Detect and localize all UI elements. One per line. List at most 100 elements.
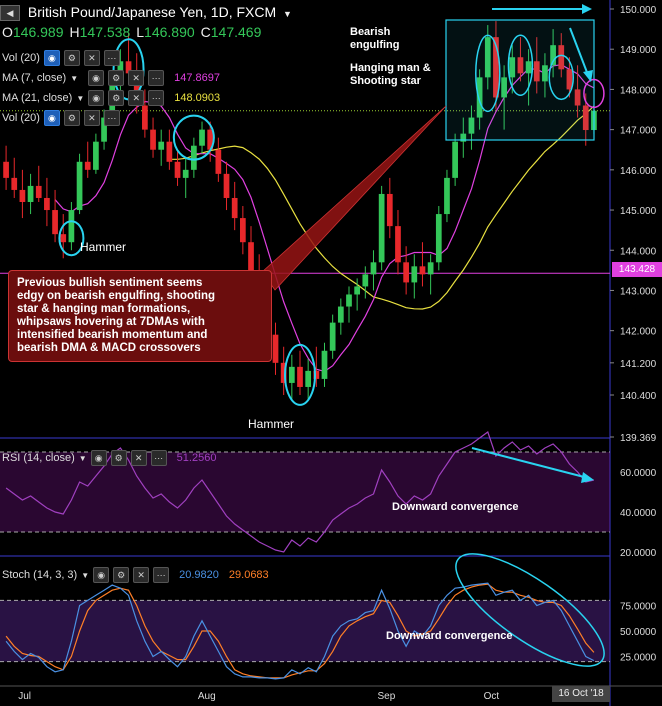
candle-body bbox=[27, 185, 34, 202]
candle-body bbox=[68, 210, 75, 243]
candle-body bbox=[337, 306, 344, 323]
ohlc-value: 146.989 bbox=[12, 24, 64, 40]
price-tick-label: 139.369 bbox=[620, 433, 657, 444]
candle-body bbox=[370, 262, 377, 275]
volume-indicator-bottom[interactable]: Vol (20) ◉ ⚙ ✕ ⋯ bbox=[2, 110, 120, 126]
close-icon[interactable]: ✕ bbox=[130, 450, 147, 466]
candle-body bbox=[288, 366, 295, 383]
more-icon[interactable]: ⋯ bbox=[153, 567, 170, 583]
price-tick-label: 144.000 bbox=[620, 246, 657, 257]
candle-body bbox=[93, 141, 99, 170]
indicator-label: Stoch (14, 3, 3) bbox=[2, 569, 78, 581]
more-icon[interactable]: ⋯ bbox=[150, 450, 167, 466]
eye-icon[interactable]: ◉ bbox=[43, 110, 60, 126]
collapse-arrow-icon[interactable]: ◀ bbox=[0, 5, 20, 22]
price-tick-label: 145.000 bbox=[620, 206, 657, 217]
chevron-down-icon[interactable]: ▼ bbox=[283, 9, 292, 19]
candle-body bbox=[11, 177, 18, 190]
stoch-tick-label: 75.0000 bbox=[620, 602, 657, 613]
more-icon[interactable]: ⋯ bbox=[103, 110, 120, 126]
candle-body bbox=[3, 161, 9, 178]
eye-icon[interactable]: ◉ bbox=[88, 70, 105, 86]
close-icon[interactable]: ✕ bbox=[128, 70, 145, 86]
candle-body bbox=[419, 266, 426, 275]
candle-body bbox=[354, 286, 361, 295]
candle-body bbox=[297, 366, 303, 387]
time-tick-label: Aug bbox=[198, 691, 216, 702]
volume-indicator-top[interactable]: Vol (20) ◉ ⚙ ✕ ⋯ bbox=[2, 50, 120, 66]
candle-body bbox=[19, 189, 26, 202]
stoch-tick-label: 50.0000 bbox=[620, 627, 657, 638]
candle-body bbox=[321, 350, 328, 379]
chevron-down-icon[interactable]: ▼ bbox=[76, 94, 84, 103]
gear-icon[interactable]: ⚙ bbox=[110, 450, 127, 466]
indicator-label: Vol (20) bbox=[2, 52, 40, 64]
hammer-bottom-label: Hammer bbox=[248, 417, 295, 431]
candle-body bbox=[427, 262, 434, 275]
cursor-date-tag: 16 Oct '18 bbox=[552, 686, 610, 702]
candle-body bbox=[158, 141, 165, 150]
rsi-indicator[interactable]: RSI (14, close) ▼ ◉ ⚙ ✕ ⋯ 51.2560 bbox=[2, 450, 216, 466]
eye-icon[interactable]: ◉ bbox=[90, 450, 107, 466]
rsi-tick-label: 40.0000 bbox=[620, 508, 657, 519]
indicator-label: MA (21, close) bbox=[2, 92, 73, 104]
chevron-down-icon[interactable]: ▼ bbox=[81, 571, 89, 580]
close-icon[interactable]: ✕ bbox=[83, 110, 100, 126]
price-tick-label: 147.000 bbox=[620, 126, 657, 137]
price-tick-label: 146.000 bbox=[620, 166, 657, 177]
candle-body bbox=[452, 141, 458, 178]
eye-icon[interactable]: ◉ bbox=[43, 50, 60, 66]
gear-icon[interactable]: ⚙ bbox=[108, 70, 125, 86]
stoch-convergence-label: Downward convergence bbox=[386, 630, 513, 642]
ma21-value: 148.0903 bbox=[174, 92, 221, 104]
ma7-indicator[interactable]: MA (7, close) ▼ ◉ ⚙ ✕ ⋯ 147.8697 bbox=[2, 70, 220, 86]
candle-body bbox=[329, 322, 336, 351]
close-icon[interactable]: ✕ bbox=[128, 90, 145, 106]
close-icon[interactable]: ✕ bbox=[83, 50, 100, 66]
candle-body bbox=[60, 234, 67, 243]
eye-icon[interactable]: ◉ bbox=[93, 567, 110, 583]
gear-icon[interactable]: ⚙ bbox=[108, 90, 125, 106]
stoch-tick-label: 25.0000 bbox=[620, 653, 657, 664]
candle-body bbox=[444, 177, 450, 215]
ohlc-key: H bbox=[69, 24, 80, 40]
ma21-indicator[interactable]: MA (21, close) ▼ ◉ ⚙ ✕ ⋯ 148.0903 bbox=[2, 90, 220, 106]
candle-body bbox=[191, 145, 197, 170]
candle-body bbox=[403, 262, 409, 283]
close-icon[interactable]: ✕ bbox=[133, 567, 150, 583]
rsi-tick-label: 60.0000 bbox=[620, 468, 657, 479]
more-icon[interactable]: ⋯ bbox=[103, 50, 120, 66]
price-tick-label: 149.000 bbox=[620, 45, 657, 56]
gear-icon[interactable]: ⚙ bbox=[63, 110, 80, 126]
candle-body bbox=[239, 218, 246, 243]
candle-body bbox=[435, 214, 442, 263]
candle-body bbox=[248, 242, 254, 271]
chevron-down-icon[interactable]: ▼ bbox=[79, 454, 87, 463]
candle-body bbox=[362, 274, 369, 287]
price-tick-label: 148.000 bbox=[620, 85, 657, 96]
gear-icon[interactable]: ⚙ bbox=[113, 567, 130, 583]
rsi-convergence-label: Downward convergence bbox=[392, 501, 519, 513]
more-icon[interactable]: ⋯ bbox=[148, 90, 165, 106]
eye-icon[interactable]: ◉ bbox=[88, 90, 105, 106]
symbol-header[interactable]: ◀ British Pound/Japanese Yen, 1D, FXCM ▼ bbox=[0, 4, 292, 24]
candle-body bbox=[174, 161, 181, 178]
ohlc-value: 147.469 bbox=[210, 24, 262, 40]
ohlc-key: L bbox=[136, 24, 145, 40]
candle-body bbox=[215, 149, 222, 174]
rsi-tick-label: 20.0000 bbox=[620, 548, 657, 559]
candle-body bbox=[199, 129, 205, 146]
gear-icon[interactable]: ⚙ bbox=[63, 50, 80, 66]
stoch-d-value: 29.0683 bbox=[228, 569, 269, 581]
stoch-indicator[interactable]: Stoch (14, 3, 3) ▼ ◉ ⚙ ✕ ⋯ 20.9820 29.06… bbox=[2, 567, 269, 583]
candle-body bbox=[305, 370, 312, 387]
ohlc-value: 147.538 bbox=[79, 24, 131, 40]
analysis-note: Previous bullish sentiment seems edgy on… bbox=[8, 270, 272, 362]
stoch-k-value: 20.9820 bbox=[179, 569, 219, 581]
more-icon[interactable]: ⋯ bbox=[148, 70, 165, 86]
chevron-down-icon[interactable]: ▼ bbox=[70, 74, 78, 83]
candle-body bbox=[35, 185, 42, 198]
price-tick-label: 150.000 bbox=[620, 5, 657, 16]
ohlc-key: C bbox=[200, 24, 211, 40]
symbol-title[interactable]: British Pound/Japanese Yen, 1D, FXCM bbox=[28, 4, 276, 20]
